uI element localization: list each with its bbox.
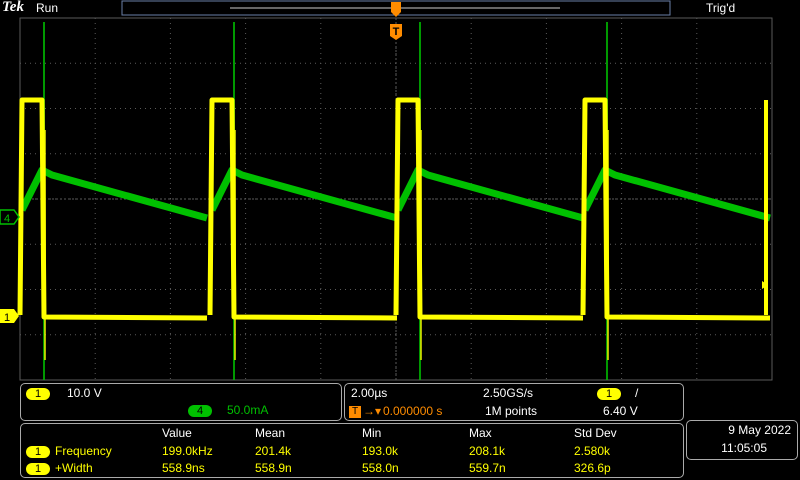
ch4-marker-label: 4 [4, 213, 10, 225]
sample-rate: 2.50GS/s [483, 386, 534, 400]
measurement-value: 199.0kHz [162, 444, 213, 458]
ch1-badge[interactable]: 1 [26, 388, 50, 400]
ch4-scale: 50.0mA [227, 403, 269, 417]
measurement-mean: 558.9n [255, 461, 292, 475]
ch1-scale: 10.0 V [67, 386, 102, 400]
measurement-mean: 201.4k [255, 444, 292, 458]
datetime-panel: 9 May 2022 11:05:05 [686, 420, 798, 460]
ch1-waveform [17, 97, 771, 360]
time-display: 11:05:05 [721, 441, 767, 455]
ch4-badge[interactable]: 4 [188, 405, 212, 417]
ch4-ramp-segment [18, 166, 208, 222]
trigger-status: Trig'd [706, 1, 736, 15]
measurement-row[interactable]: 1 Frequency 199.0kHz 201.4k 193.0k 208.1… [21, 444, 681, 460]
col-header-min: Min [362, 426, 382, 440]
measurement-max: 208.1k [469, 444, 506, 458]
measurement-value: 558.9ns [162, 461, 205, 475]
ch1-marker-label: 1 [4, 312, 10, 324]
channel-readout-panel[interactable]: 1 10.0 V 4 50.0mA [20, 383, 342, 421]
trigger-t-icon: T [349, 406, 361, 418]
trigger-level: 6.40 V [603, 404, 638, 418]
record-length: 1M points [485, 404, 538, 418]
trigger-position: 0.000000 s [383, 404, 443, 418]
date-display: 9 May 2022 [728, 423, 791, 437]
ch4-ramp-segment [394, 166, 584, 222]
measurement-name: +Width [55, 461, 93, 475]
measurement-panel[interactable]: Value Mean Min Max Std Dev 1 Frequency 1… [20, 423, 684, 478]
col-header-mean: Mean [255, 426, 286, 440]
measurement-min: 193.0k [362, 444, 399, 458]
time-per-div: 2.00µs [351, 386, 388, 400]
trigger-arrow-icon: →▾ [363, 404, 382, 418]
brand-logo: Tek [2, 0, 24, 15]
col-header-std-dev: Std Dev [574, 426, 617, 440]
ch4-ramp-segment [581, 166, 771, 222]
ch4-ramp-segment [208, 166, 398, 222]
measurement-name: Frequency [55, 444, 112, 458]
measurement-channel-badge: 1 [26, 446, 50, 458]
trigger-marker-label: T [393, 26, 400, 38]
measurement-max: 559.7n [469, 461, 506, 475]
measurement-min: 558.0n [362, 461, 399, 475]
col-header-value: Value [162, 426, 192, 440]
top-status-bar: Tek Run Trig'd [0, 0, 800, 17]
measurement-std-dev: 2.580k [574, 444, 611, 458]
measurement-std-dev: 326.6p [574, 461, 611, 475]
measurement-row[interactable]: 1 +Width 558.9ns 558.9n 558.0n 559.7n 32… [21, 461, 681, 477]
acquisition-status[interactable]: Run [36, 1, 58, 15]
trigger-slope-icon: / [635, 386, 639, 400]
measurement-channel-badge: 1 [26, 463, 50, 475]
col-header-max: Max [469, 426, 492, 440]
timebase-panel[interactable]: 2.00µs 2.50GS/s 1 / T →▾ 0.000000 s 1M p… [344, 383, 684, 421]
trigger-source-badge[interactable]: 1 [597, 388, 621, 400]
